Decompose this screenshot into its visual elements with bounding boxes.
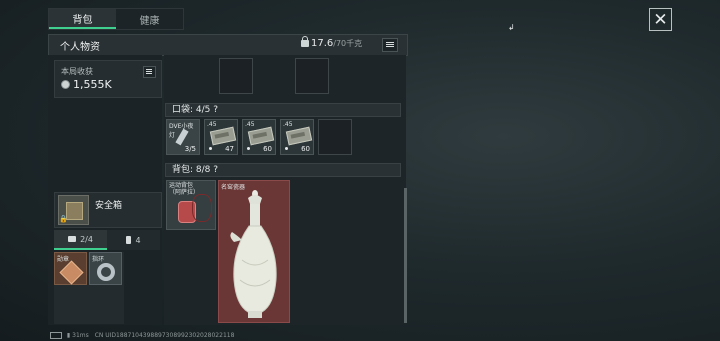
- status-dot: [247, 147, 250, 150]
- status-bar: ▮ 31ms CN UID188710439889730899230202802…: [50, 332, 234, 339]
- empty-slot[interactable]: [295, 58, 329, 94]
- battery-status-icon: [50, 332, 62, 339]
- pocket-section-header: 口袋: 4/5 ?: [165, 103, 401, 117]
- subtab-battery-count: 4: [135, 235, 141, 245]
- item-name: .45: [245, 121, 255, 128]
- pocket-item-ammo[interactable]: .45 60: [242, 119, 276, 155]
- signal-icon: ▮: [66, 332, 71, 339]
- tab-health[interactable]: 健康: [116, 9, 183, 29]
- small-item-ring[interactable]: 指环: [89, 252, 122, 285]
- item-name: 指环: [92, 256, 105, 263]
- empty-slot[interactable]: [318, 119, 352, 155]
- battery-icon: [126, 236, 132, 244]
- earnings-card: 本局收获 1,555K: [54, 60, 162, 98]
- small-items-grid: 勋章 指环: [54, 252, 124, 324]
- earnings-list-button[interactable]: [143, 66, 156, 78]
- uid-text: CN UID1887104398897308992302028022118: [94, 332, 235, 339]
- weight-current: 17.6: [311, 38, 334, 49]
- safe-box-card[interactable]: 🔒 安全箱: [54, 192, 162, 228]
- container-subtabs: 2/4 4: [54, 230, 160, 250]
- safe-box-label: 安全箱: [95, 201, 123, 211]
- cursor-icon: ↲: [508, 23, 515, 32]
- bag-icon: [68, 236, 77, 242]
- backpack-item-porcelain[interactable]: 名窑瓷器: [218, 180, 290, 323]
- subtab-bag-count: 2/4: [80, 234, 93, 244]
- item-name: 勋章: [57, 256, 70, 263]
- backpack-label: 背包: 8/8 ?: [172, 165, 219, 175]
- earnings-label: 本局收获: [61, 67, 93, 76]
- backpack-section-header: 背包: 8/8 ?: [165, 163, 401, 177]
- ammo-box-icon: [247, 126, 275, 146]
- backpack-item-sport-bag[interactable]: 运动背包（阿萨拉）: [166, 180, 216, 230]
- pocket-item-ammo[interactable]: .45 60: [280, 119, 314, 155]
- main-tabs: 背包 健康: [48, 8, 184, 30]
- tab-backpack[interactable]: 背包: [49, 9, 116, 29]
- item-count: 60: [263, 145, 272, 153]
- subtab-battery[interactable]: 4: [107, 230, 160, 250]
- weight-lock-icon: [301, 36, 309, 47]
- inventory-title: 个人物资: [60, 42, 100, 53]
- status-dot: [209, 147, 212, 150]
- weight-readout: 17.6/70千克: [311, 38, 362, 49]
- ammo-box-icon: [209, 126, 237, 146]
- weight-max: /70千克: [333, 39, 363, 48]
- earnings-value: 1,555K: [73, 78, 112, 91]
- scrollbar[interactable]: [404, 188, 407, 323]
- safe-lock-icon: 🔒: [59, 215, 68, 223]
- item-count: 60: [301, 145, 310, 153]
- ring-icon: [97, 263, 115, 281]
- small-item-medal[interactable]: 勋章: [54, 252, 87, 285]
- pocket-item-nightlight[interactable]: DVE小夜灯 3/5: [166, 119, 200, 155]
- subtab-bag[interactable]: 2/4: [54, 230, 107, 250]
- item-name: .45: [207, 121, 217, 128]
- close-icon: ✕: [653, 9, 668, 30]
- item-name: .45: [283, 121, 293, 128]
- porcelain-vase-icon: [230, 190, 277, 318]
- coin-icon: [61, 80, 70, 89]
- item-count: 3/5: [184, 145, 196, 153]
- medal-icon: [59, 260, 84, 285]
- item-count: 47: [225, 145, 234, 153]
- pocket-label: 口袋: 4/5 ?: [172, 105, 219, 115]
- close-button[interactable]: ✕: [649, 8, 672, 31]
- strap-shape: [192, 194, 212, 222]
- ping-value: 31ms: [72, 332, 89, 339]
- pocket-item-ammo[interactable]: .45 47: [204, 119, 238, 155]
- ammo-box-icon: [285, 126, 313, 146]
- inventory-header: 个人物资 17.6/70千克: [48, 34, 408, 56]
- status-dot: [285, 147, 288, 150]
- empty-slot[interactable]: [219, 58, 253, 94]
- sort-list-button[interactable]: [382, 38, 398, 52]
